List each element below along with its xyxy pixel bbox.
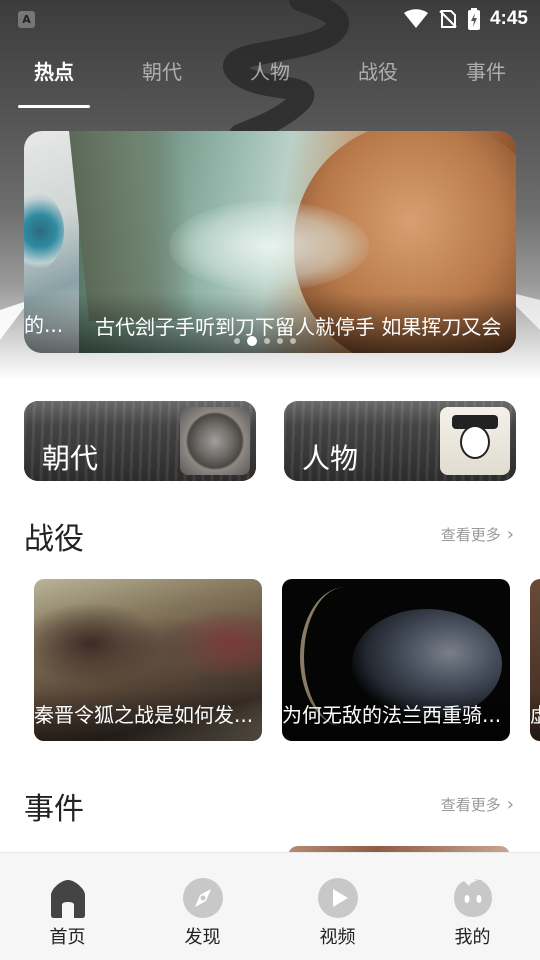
battles-section-title: 战役 (24, 522, 84, 557)
battle-card[interactable]: 秦晋令狐之战是如何发... (34, 579, 262, 741)
tab-person[interactable]: 人物 (216, 50, 324, 110)
tab-hot[interactable]: 热点 (0, 50, 108, 110)
events-section-title: 事件 (24, 792, 84, 827)
battle-card-caption: 秦晋令狐之战是如何发... (34, 691, 262, 741)
banner-caption: 古代刽子手听到刀下留人就停手 如果挥刀又会 (95, 315, 502, 339)
wifi-icon (403, 9, 428, 28)
carousel-indicator (234, 336, 296, 346)
chevron-right-icon: › (506, 524, 514, 545)
clock: 4:45 (489, 8, 528, 29)
nav-home-label: 首页 (49, 927, 86, 948)
nav-video-label: 视频 (319, 927, 356, 948)
battles-see-more-label: 查看更多 (440, 526, 501, 544)
chevron-right-icon: › (506, 794, 514, 815)
tab-battle[interactable]: 战役 (324, 50, 432, 110)
battle-card-caption: 虚 (530, 691, 540, 741)
no-sim-icon (439, 10, 457, 28)
status-bar: A 4:45 (0, 0, 540, 38)
home-icon (47, 877, 89, 919)
carousel-dot (290, 338, 296, 344)
battery-charging-icon (467, 8, 480, 30)
tab-dynasty[interactable]: 朝代 (108, 50, 216, 110)
banner-previous-caption: 的... (24, 313, 64, 337)
person-category-card[interactable]: 人物 (284, 401, 516, 481)
battle-card[interactable]: 为何无敌的法兰西重骑... (282, 579, 510, 741)
battles-see-more-link[interactable]: 查看更多 › (441, 524, 514, 545)
app-notification-icon: A (18, 10, 35, 28)
person-card-label: 人物 (302, 442, 359, 475)
hot-banner-carousel[interactable]: 的... 古代刽子手听到刀下留人就停手 如果挥刀又会 (24, 131, 516, 353)
battle-card-partial[interactable]: 虚 (530, 579, 540, 741)
profile-face-icon (452, 877, 494, 919)
category-tab-bar: 热点 朝代 人物 战役 事件 (0, 50, 540, 110)
play-icon (317, 877, 359, 919)
carousel-dot (234, 338, 240, 344)
nav-home[interactable]: 首页 (0, 853, 135, 960)
nav-profile[interactable]: 我的 (405, 853, 540, 960)
nav-discover-label: 发现 (184, 927, 221, 948)
tab-event[interactable]: 事件 (432, 50, 540, 110)
bronze-coin-image (180, 407, 250, 475)
events-see-more-label: 查看更多 (440, 796, 501, 814)
carousel-dot (277, 338, 283, 344)
nav-discover[interactable]: 发现 (135, 853, 270, 960)
battle-card-caption: 为何无敌的法兰西重骑... (282, 691, 510, 741)
carousel-dot (264, 338, 270, 344)
nav-video[interactable]: 视频 (270, 853, 405, 960)
compass-icon (182, 877, 224, 919)
portrait-sketch-image (440, 407, 510, 475)
nav-profile-label: 我的 (454, 927, 491, 948)
carousel-dot-active (247, 336, 257, 346)
bottom-navigation: 首页 发现 视频 我的 (0, 852, 540, 960)
dynasty-category-card[interactable]: 朝代 (24, 401, 256, 481)
dynasty-card-label: 朝代 (42, 442, 99, 475)
events-see-more-link[interactable]: 查看更多 › (441, 794, 514, 815)
